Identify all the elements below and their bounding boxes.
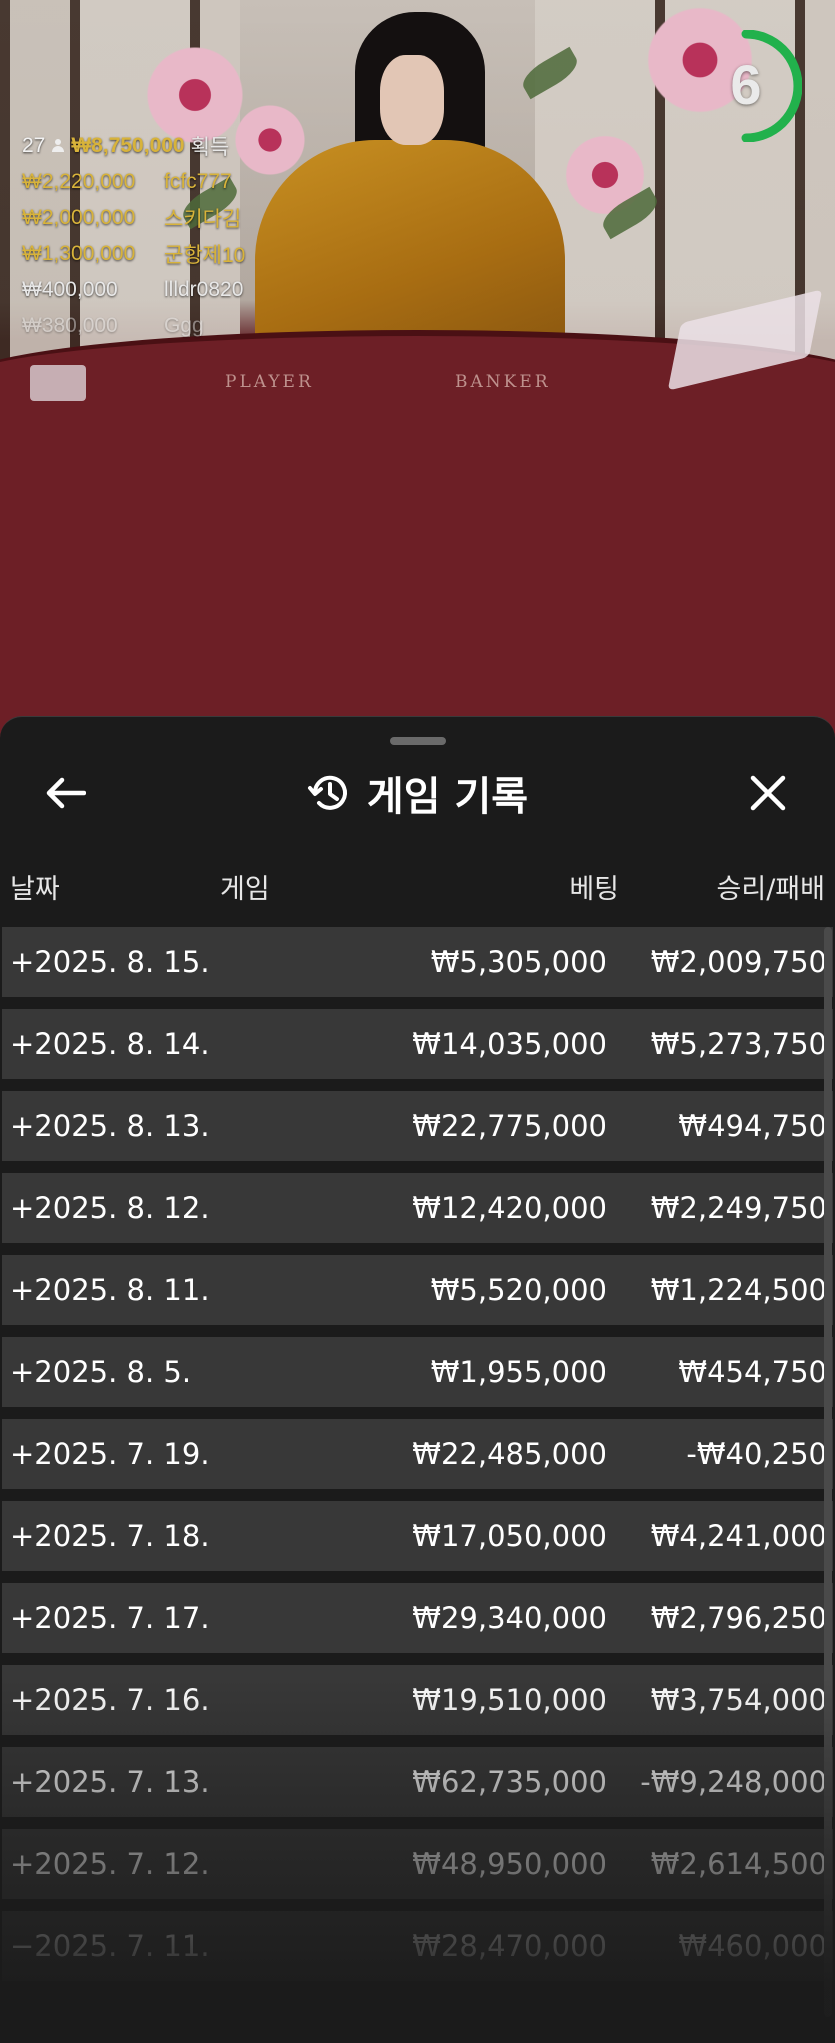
winner-amount: ₩380,000 [22,314,118,337]
row-date: +2025. 7. 17. [10,1601,210,1635]
history-clock-icon [307,775,347,810]
sheet-header: 게임 기록 [0,765,835,821]
column-header-result: 승리/패배 [716,874,825,905]
row-bet: ₩19,510,000 [412,1683,607,1717]
column-header-date: 날짜 [10,874,60,905]
table-row[interactable]: +2025. 8. 15. ₩5,305,000 ₩2,009,750 [2,927,833,997]
row-bet: ₩17,050,000 [412,1519,607,1553]
row-date: +2025. 7. 13. [10,1765,210,1799]
winner-row: ₩1,300,000 군항제10 [22,236,245,272]
row-result: ₩5,273,750 [650,1027,827,1061]
table-row[interactable]: −2025. 7. 11. ₩28,470,000 ₩460,000 [2,1911,833,1981]
winners-overlay: 27 ₩8,750,000 획득 ₩2,220,000 fcfc777 ₩2,0… [22,128,245,344]
row-result: ₩494,750 [678,1109,827,1143]
winners-total: ₩8,750,000 [71,134,185,157]
card-tray [30,365,86,401]
close-x-icon [750,775,786,811]
table-row[interactable]: +2025. 8. 5. ₩1,955,000 ₩454,750 [2,1337,833,1407]
row-date: −2025. 7. 11. [10,1929,210,1963]
winners-summary: 27 ₩8,750,000 획득 [22,128,245,164]
countdown-number: 6 [730,53,762,116]
winners-total-label: 획득 [190,136,230,159]
row-bet: ₩62,735,000 [412,1765,607,1799]
row-bet: ₩5,520,000 [430,1273,607,1307]
winner-row: ₩2,220,000 fcfc777 [22,164,245,200]
winner-row: ₩380,000 Ggg [22,308,245,344]
row-result: ₩2,009,750 [650,945,827,979]
winner-amount: ₩1,300,000 [22,242,136,265]
winner-amount: ₩400,000 [22,278,118,301]
row-bet: ₩29,340,000 [412,1601,607,1635]
row-date: +2025. 8. 11. [10,1273,210,1307]
felt-banker-label: BANKER [455,372,551,392]
close-button[interactable] [740,765,796,821]
drag-handle[interactable] [390,737,446,745]
row-result: ₩454,750 [678,1355,827,1389]
row-date: +2025. 7. 19. [10,1437,210,1471]
row-result: ₩2,796,250 [650,1601,827,1635]
row-result: ₩2,614,500 [650,1847,827,1881]
table-row[interactable]: +2025. 7. 16. ₩19,510,000 ₩3,754,000 [2,1665,833,1735]
winner-row: ₩400,000 llldr0820 [22,272,245,308]
row-bet: ₩12,420,000 [412,1191,607,1225]
back-button[interactable] [38,765,94,821]
row-result: ₩2,249,750 [650,1191,827,1225]
row-bet: ₩5,305,000 [430,945,607,979]
row-bet: ₩22,485,000 [412,1437,607,1471]
row-result: ₩3,754,000 [650,1683,827,1717]
baccarat-table [0,330,835,745]
countdown-timer: 6 [712,29,803,143]
table-row[interactable]: +2025. 8. 14. ₩14,035,000 ₩5,273,750 [2,1009,833,1079]
person-icon [51,139,65,153]
row-bet: ₩14,035,000 [412,1027,607,1061]
row-bet: ₩48,950,000 [412,1847,607,1881]
table-row[interactable]: +2025. 7. 18. ₩17,050,000 ₩4,241,000 [2,1501,833,1571]
winner-name: fcfc777 [164,170,232,193]
table-row[interactable]: +2025. 7. 17. ₩29,340,000 ₩2,796,250 [2,1583,833,1653]
row-date: +2025. 7. 16. [10,1683,210,1717]
winner-name: Ggg [164,314,204,337]
felt-player-label: PLAYER [225,372,314,392]
dealer-face [380,55,444,145]
row-result: ₩1,224,500 [650,1273,827,1307]
winner-row: ₩2,000,000 스키다김 [22,200,245,236]
winner-name: 스키다김 [164,208,242,231]
row-date: +2025. 8. 14. [10,1027,210,1061]
row-bet: ₩22,775,000 [412,1109,607,1143]
table-row[interactable]: +2025. 7. 13. ₩62,735,000 -₩9,248,000 [2,1747,833,1817]
arrow-left-icon [46,777,86,809]
row-result: ₩4,241,000 [650,1519,827,1553]
table-row[interactable]: +2025. 7. 19. ₩22,485,000 -₩40,250 [2,1419,833,1489]
column-header-bet: 베팅 [569,874,619,905]
row-date: +2025. 8. 15. [10,945,210,979]
table-row[interactable]: +2025. 8. 13. ₩22,775,000 ₩494,750 [2,1091,833,1161]
row-date: +2025. 7. 12. [10,1847,210,1881]
table-row[interactable]: +2025. 8. 11. ₩5,520,000 ₩1,224,500 [2,1255,833,1325]
dealer-body [255,140,565,355]
winner-name: llldr0820 [164,278,244,301]
row-bet: ₩1,955,000 [430,1355,607,1389]
row-date: +2025. 8. 12. [10,1191,210,1225]
column-header-game: 게임 [220,874,270,905]
row-result: -₩40,250 [686,1437,827,1471]
row-bet: ₩28,470,000 [412,1929,607,1963]
row-result: ₩460,000 [678,1929,827,1963]
winner-name: 군항제10 [164,244,246,267]
winner-count: 27 [22,134,46,157]
winner-amount: ₩2,000,000 [22,206,136,229]
scrollbar[interactable] [824,927,832,2017]
sheet-title: 게임 기록 [366,774,529,820]
winner-amount: ₩2,220,000 [22,170,136,193]
row-date: +2025. 7. 18. [10,1519,210,1553]
game-history-sheet: 게임 기록 날짜 게임 베팅 승리/패배 +2025. 8. 15. ₩5,305… [0,716,835,2043]
live-video: PLAYER BANKER 6 27 ₩8,750,000 획득 ₩2,220,… [0,0,835,745]
table-row[interactable]: +2025. 7. 12. ₩48,950,000 ₩2,614,500 [2,1829,833,1899]
row-date: +2025. 8. 5. [10,1355,192,1389]
table-row[interactable]: +2025. 8. 12. ₩12,420,000 ₩2,249,750 [2,1173,833,1243]
history-table: +2025. 8. 15. ₩5,305,000 ₩2,009,750 +2025.… [2,927,833,1993]
row-date: +2025. 8. 13. [10,1109,210,1143]
row-result: -₩9,248,000 [640,1765,827,1799]
